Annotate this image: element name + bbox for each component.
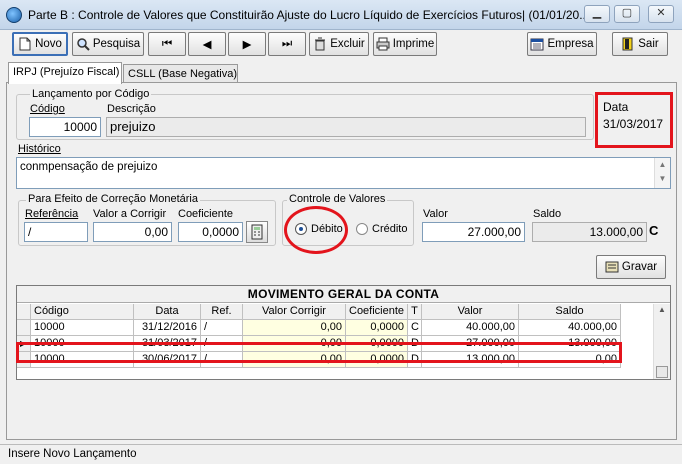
gravar-label: Gravar: [621, 261, 658, 273]
credito-radio[interactable]: Crédito: [356, 223, 407, 235]
saldo-type: C: [649, 223, 659, 238]
save-icon: [605, 260, 619, 274]
saldo-field: 13.000,00: [532, 222, 647, 242]
table-cell[interactable]: 0,00: [243, 320, 346, 336]
valor-corrigir-input[interactable]: 0,00: [93, 222, 172, 242]
table-cell[interactable]: 40.000,00: [422, 320, 519, 336]
printer-icon: [376, 37, 390, 51]
lancamento-group-label: Lançamento por Código: [30, 88, 152, 100]
imprime-button[interactable]: Imprime: [373, 32, 437, 56]
codigo-label: Código: [30, 103, 65, 115]
descricao-field[interactable]: prejuizo: [106, 117, 586, 137]
first-record-button[interactable]: ⏮: [148, 32, 186, 56]
codigo-input[interactable]: 10000: [29, 117, 101, 137]
prev-record-button[interactable]: ◀: [188, 32, 226, 56]
pesquisa-button[interactable]: Pesquisa: [72, 32, 144, 56]
next-icon: ▶: [242, 39, 252, 51]
controle-group-label: Controle de Valores: [287, 193, 388, 205]
new-document-icon: [18, 37, 32, 51]
app-icon: [6, 7, 22, 23]
tab-csll[interactable]: CSLL (Base Negativa): [123, 64, 238, 83]
debito-label: Débito: [311, 223, 343, 235]
scroll-thumb[interactable]: [656, 366, 668, 378]
pesquisa-label: Pesquisa: [92, 38, 141, 50]
debito-radio-dot: [295, 223, 307, 235]
search-icon: [76, 37, 90, 51]
historico-label: Histórico: [18, 143, 61, 155]
selected-row-highlight: [16, 342, 622, 363]
calendar-icon: [530, 37, 544, 51]
grid-header-t: T: [408, 304, 422, 320]
debito-radio[interactable]: Débito: [295, 223, 343, 235]
trash-icon: [313, 37, 327, 51]
prev-icon: ◀: [202, 39, 212, 51]
row-indicator: [17, 320, 31, 336]
window-title: Parte B : Controle de Valores que Consti…: [28, 8, 590, 22]
table-cell[interactable]: 0,0000: [346, 320, 408, 336]
valor-input[interactable]: 27.000,00: [422, 222, 525, 242]
last-record-button[interactable]: ⏭: [268, 32, 306, 56]
credito-label: Crédito: [372, 223, 408, 235]
grid-header-coeficiente: Coeficiente: [346, 304, 408, 320]
grid-header-saldo: Saldo: [519, 304, 621, 320]
data-label: Data: [603, 100, 629, 114]
credito-radio-dot: [356, 223, 368, 235]
grid-header-ref: Ref.: [201, 304, 243, 320]
table-cell[interactable]: 10000: [31, 320, 134, 336]
grid-scrollbar[interactable]: ▲: [653, 304, 670, 379]
excluir-button[interactable]: Excluir: [309, 32, 369, 56]
empresa-label: Empresa: [547, 38, 594, 50]
first-icon: ⏮: [161, 37, 173, 50]
last-icon: ⏭: [281, 37, 293, 50]
calculator-button[interactable]: [246, 221, 268, 243]
next-record-button[interactable]: ▶: [228, 32, 266, 56]
minimize-button[interactable]: ▁: [584, 5, 610, 23]
status-bar: Insere Novo Lançamento: [0, 444, 682, 464]
sair-button[interactable]: Sair: [612, 32, 668, 56]
coeficiente-input[interactable]: 0,0000: [178, 222, 243, 242]
excluir-label: Excluir: [330, 38, 365, 50]
descricao-label: Descrição: [107, 103, 156, 115]
sair-label: Sair: [638, 38, 659, 50]
novo-button[interactable]: Novo: [12, 32, 68, 56]
data-input[interactable]: 31/03/2017: [603, 117, 663, 131]
grid-title: MOVIMENTO GERAL DA CONTA: [17, 286, 670, 303]
table-cell[interactable]: 31/12/2016: [134, 320, 201, 336]
coeficiente-label: Coeficiente: [178, 208, 234, 220]
header-indicator: [17, 304, 31, 320]
grid-header-data: Data: [134, 304, 201, 320]
correcao-group-label: Para Efeito de Correção Monetária: [26, 193, 200, 205]
empresa-button[interactable]: Empresa: [527, 32, 597, 56]
title-bar: Parte B : Controle de Valores que Consti…: [0, 0, 682, 30]
saldo-label: Saldo: [533, 208, 562, 220]
valor-label: Valor: [423, 208, 448, 220]
exit-door-icon: [621, 37, 635, 51]
valor-corrigir-label: Valor a Corrigir: [93, 208, 167, 220]
close-button[interactable]: ✕: [648, 5, 674, 23]
calculator-icon: [247, 224, 267, 245]
table-cell[interactable]: /: [201, 320, 243, 336]
scroll-up-icon[interactable]: ▲: [654, 304, 670, 316]
movimento-grid: MOVIMENTO GERAL DA CONTA Código Data Ref. V…: [16, 285, 671, 380]
grid-header-valor: Valor: [422, 304, 519, 320]
novo-label: Novo: [35, 38, 62, 50]
tab-irpj[interactable]: IRPJ (Prejuízo Fiscal): [8, 62, 122, 84]
table-cell[interactable]: C: [408, 320, 422, 336]
referencia-label: Referência: [25, 208, 79, 220]
imprime-label: Imprime: [392, 38, 435, 50]
historico-scrollbar[interactable]: ▲ ▼: [654, 158, 670, 188]
grid-header-valor-corrigir: Valor Corrigir: [243, 304, 346, 320]
referencia-input[interactable]: /: [24, 222, 88, 242]
table-cell[interactable]: 40.000,00: [519, 320, 621, 336]
maximize-button[interactable]: ▢: [614, 5, 640, 23]
historico-textarea[interactable]: conmpensação de prejuizo: [16, 157, 671, 189]
gravar-button[interactable]: Gravar: [596, 255, 666, 279]
grid-header-codigo: Código: [31, 304, 134, 320]
